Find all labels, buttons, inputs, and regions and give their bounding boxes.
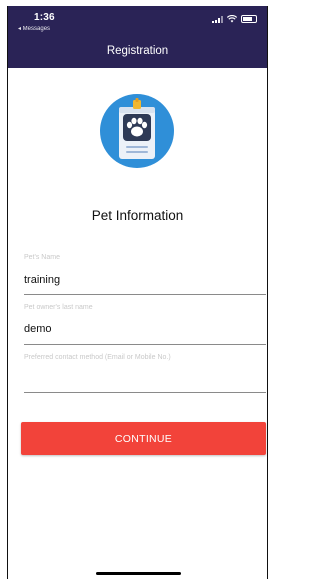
page-title: Registration <box>106 45 169 57</box>
pet-name-field[interactable]: Pet's Name training <box>24 254 266 295</box>
owner-last-name-input[interactable]: demo <box>24 323 52 335</box>
header-bar: 1:36 ◂ Messages Registration <box>8 6 267 68</box>
wifi-icon <box>227 15 237 23</box>
contact-method-field[interactable]: Preferred contact method (Email or Mobil… <box>24 354 266 393</box>
pet-name-input[interactable]: training <box>24 274 60 286</box>
pet-id-badge-icon <box>100 94 174 168</box>
continue-button[interactable]: CONTINUE <box>21 422 266 455</box>
owner-last-name-label: Pet owner's last name <box>24 304 93 311</box>
battery-icon <box>241 15 257 23</box>
signal-icon <box>212 15 223 23</box>
app-screen: 1:36 ◂ Messages Registration Pet Informa… <box>7 6 268 579</box>
status-icons <box>212 15 257 23</box>
pet-name-label: Pet's Name <box>24 254 60 261</box>
home-indicator[interactable] <box>96 572 181 575</box>
contact-method-label: Preferred contact method (Email or Mobil… <box>24 354 171 361</box>
owner-last-name-field[interactable]: Pet owner's last name demo <box>24 304 266 345</box>
back-to-messages-link[interactable]: ◂ Messages <box>18 25 50 32</box>
status-time: 1:36 <box>34 12 55 23</box>
section-title: Pet Information <box>91 208 184 223</box>
